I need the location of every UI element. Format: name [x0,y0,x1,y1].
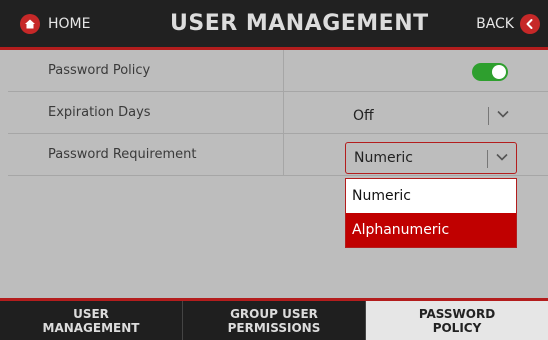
tab-password-policy[interactable]: PASSWORD POLICY [365,301,548,340]
toggle-knob [492,65,506,79]
dropdown-option-alphanumeric[interactable]: Alphanumeric [346,213,516,247]
password-requirement-value: Numeric [354,150,413,166]
bottom-tab-bar: USER MANAGEMENT GROUP USER PERMISSIONS P… [0,298,548,340]
password-requirement-label: Password Requirement [48,147,197,162]
select-separator [488,107,489,125]
tab-group-user-permissions-line2: PERMISSIONS [227,320,321,335]
expiration-days-value: Off [353,108,374,124]
home-label: HOME [48,15,91,32]
back-button[interactable]: BACK [476,0,540,47]
expiration-days-select[interactable]: Off [345,100,517,132]
page-title: USER MANAGEMENT [170,11,429,36]
tab-user-management-line1: USER [73,306,109,321]
tab-password-policy-line2: POLICY [432,320,482,335]
back-label: BACK [476,15,514,32]
password-policy-toggle[interactable] [472,63,508,81]
tab-group-user-permissions[interactable]: GROUP USER PERMISSIONS [182,301,365,340]
tab-group-user-permissions-line1: GROUP USER [230,306,318,321]
tab-password-policy-line1: PASSWORD [418,306,496,321]
row-divider [283,92,284,133]
row-expiration-days: Expiration Days Off [8,92,548,134]
home-icon [20,13,40,34]
row-divider [283,50,284,91]
select-separator [487,150,488,168]
dropdown-option-numeric[interactable]: Numeric [346,179,516,213]
password-requirement-select[interactable]: Numeric [345,142,517,174]
password-policy-label: Password Policy [48,63,151,78]
row-divider [283,134,284,175]
row-password-requirement: Password Requirement Numeric [8,134,548,176]
chevron-down-icon [497,110,509,118]
tab-user-management[interactable]: USER MANAGEMENT [0,301,182,340]
settings-panel: Password Policy Expiration Days Off Pass… [8,50,548,300]
tab-user-management-line2: MANAGEMENT [42,320,140,335]
row-password-policy: Password Policy [8,50,548,92]
chevron-down-icon [496,153,508,161]
home-button[interactable]: HOME [20,0,90,47]
password-requirement-dropdown: Numeric Alphanumeric [345,178,517,248]
header-bar: HOME USER MANAGEMENT BACK [0,0,548,50]
expiration-days-label: Expiration Days [48,105,151,120]
back-arrow-icon [520,13,540,34]
